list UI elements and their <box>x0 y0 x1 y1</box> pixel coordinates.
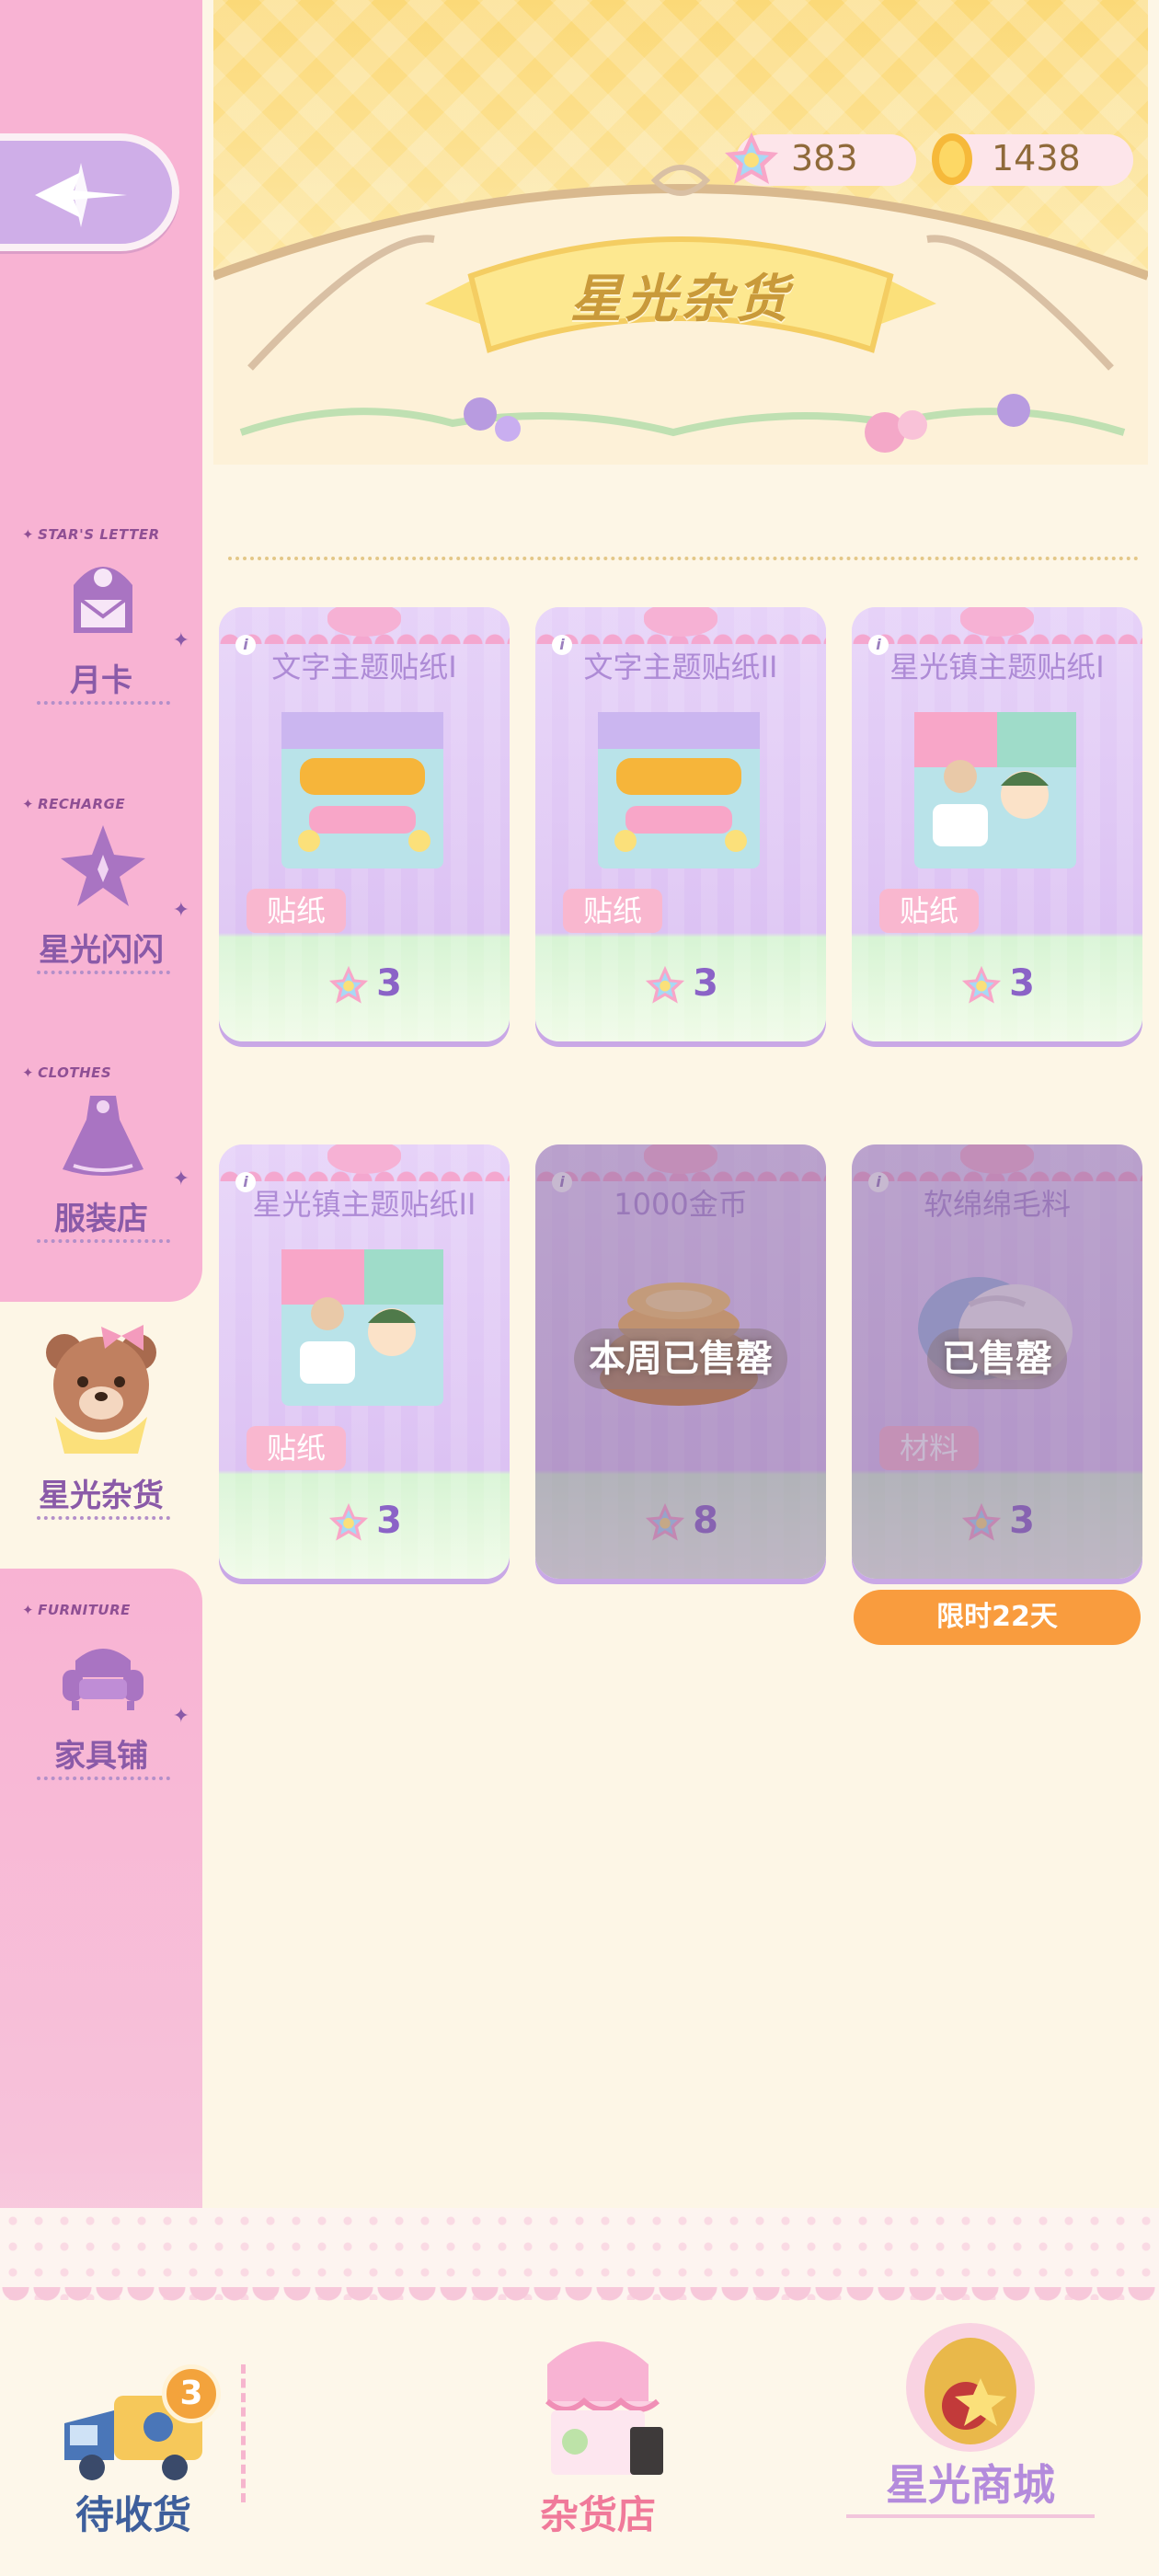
tab-grocery-store[interactable]: 杂货店 <box>506 2328 690 2537</box>
rainbow-star-icon <box>725 132 778 184</box>
divider <box>241 2364 246 2502</box>
dress-icon <box>63 1096 143 1176</box>
divider <box>37 971 170 974</box>
shop-item-card[interactable]: i 软绵绵毛料 材料 3 已售罄 <box>852 1144 1142 1579</box>
sparkle-icon: ✦ <box>172 899 189 922</box>
sidebar-item-tag: STAR'S LETTER <box>22 526 160 543</box>
sparkle-icon: ✦ <box>172 629 189 652</box>
item-title: 星光镇主题贴纸I <box>889 650 1105 684</box>
sidebar-item-label: 月卡 <box>70 662 132 699</box>
sidebar-item-label: 家具铺 <box>54 1738 148 1775</box>
sidebar-item-grocery[interactable]: 星光杂货 <box>0 1316 202 1536</box>
shop-stall-icon <box>545 2341 663 2475</box>
bear-mascot-icon <box>46 1325 156 1454</box>
sparkle-icon: ✦ <box>172 1705 189 1728</box>
item-price: 3 <box>535 962 826 1007</box>
item-category-badge: 贴纸 <box>247 889 347 933</box>
sidebar-item-monthly-card[interactable]: STAR'S LETTER ✦ 月卡 <box>0 526 202 747</box>
banner-title: 星光杂货 <box>570 270 791 329</box>
shop-item-card[interactable]: i 星光镇主题贴纸I 贴纸 3 <box>852 607 1142 1041</box>
item-price: 3 <box>852 962 1142 1007</box>
sidebar-item-clothes[interactable]: CLOTHES ✦ 服装店 <box>0 1064 202 1285</box>
divider <box>37 1777 170 1780</box>
star-flower-icon <box>61 825 145 906</box>
lace-edge-decoration <box>0 2287 1159 2315</box>
shop-banner: 星光杂货 <box>213 0 1148 465</box>
sidebar-item-label: 服装店 <box>54 1201 148 1237</box>
price-value: 3 <box>376 962 402 1005</box>
item-category-badge: 贴纸 <box>247 1426 347 1470</box>
gold-coin-icon <box>932 133 972 185</box>
rainbow-star-icon <box>328 965 369 1004</box>
sticker-pack-image <box>598 712 760 868</box>
item-title: 文字主题贴纸I <box>271 650 457 684</box>
divider <box>37 701 170 705</box>
item-price: 3 <box>219 962 510 1007</box>
tab-star-mall[interactable]: 星光商城 <box>846 2314 1095 2539</box>
item-category-badge: 贴纸 <box>879 889 980 933</box>
sticker-pack-image <box>914 712 1076 868</box>
rainbow-star-icon <box>961 965 1002 1004</box>
star-orb-icon <box>906 2323 1035 2452</box>
mailbox-icon <box>74 567 132 633</box>
shop-item-card[interactable]: i 文字主题贴纸II 贴纸 3 <box>535 607 826 1041</box>
sidebar-item-furniture[interactable]: FURNITURE ✦ 家具铺 <box>0 1602 202 1823</box>
banner-decoration <box>213 165 1148 465</box>
divider <box>37 1516 170 1520</box>
notification-badge: 3 <box>162 2364 221 2423</box>
sold-out-label: 已售罄 <box>852 1328 1142 1389</box>
price-value: 3 <box>1009 962 1035 1005</box>
arrow-left-icon <box>35 163 127 227</box>
star-count: 383 <box>791 138 858 178</box>
shop-item-card[interactable]: i 文字主题贴纸I 贴纸 3 <box>219 607 510 1041</box>
sidebar-item-tag: RECHARGE <box>22 796 125 812</box>
section-divider <box>228 557 1139 560</box>
shop-item-card[interactable]: i 1000金币 8 本周已售罄 <box>535 1144 826 1579</box>
sparkle-icon: ✦ <box>172 1167 189 1190</box>
item-category-badge: 贴纸 <box>563 889 663 933</box>
shop-item-card[interactable]: i 星光镇主题贴纸II 贴纸 3 <box>219 1144 510 1579</box>
coin-count: 1438 <box>992 138 1081 178</box>
tab-label: 待收货 <box>75 2492 191 2537</box>
item-price: 3 <box>219 1500 510 1545</box>
divider <box>37 1239 170 1243</box>
sofa-icon <box>63 1649 143 1710</box>
tab-pending-delivery[interactable]: 3 待收货 <box>46 2364 221 2539</box>
price-value: 3 <box>693 962 718 1005</box>
limited-time-badge: 限时22天 <box>854 1590 1141 1645</box>
sidebar-item-label: 星光闪闪 <box>39 932 164 969</box>
sidebar-item-tag: FURNITURE <box>22 1602 131 1618</box>
sold-out-text: 本周已售罄 <box>574 1328 787 1389</box>
tab-underline <box>846 2514 1095 2518</box>
sticker-pack-image <box>281 1249 443 1406</box>
sidebar-item-recharge[interactable]: RECHARGE ✦ 星光闪闪 <box>0 796 202 1017</box>
coin-currency-display[interactable]: 1438 <box>932 133 1133 186</box>
sold-out-label: 本周已售罄 <box>535 1328 826 1389</box>
star-currency-display[interactable]: 383 <box>725 132 916 186</box>
item-title: 星光镇主题贴纸II <box>252 1187 476 1222</box>
item-title: 文字主题贴纸II <box>583 650 778 684</box>
sidebar-item-tag: CLOTHES <box>22 1064 111 1081</box>
sold-out-text: 已售罄 <box>927 1328 1067 1389</box>
rainbow-star-icon <box>645 965 685 1004</box>
tab-label: 星光商城 <box>886 2460 1055 2510</box>
sidebar-item-label: 星光杂货 <box>39 1478 164 1514</box>
price-value: 3 <box>376 1500 402 1542</box>
rainbow-star-icon <box>328 1502 369 1541</box>
back-button[interactable] <box>0 133 179 251</box>
sticker-pack-image <box>281 712 443 868</box>
tab-label: 杂货店 <box>539 2492 656 2537</box>
